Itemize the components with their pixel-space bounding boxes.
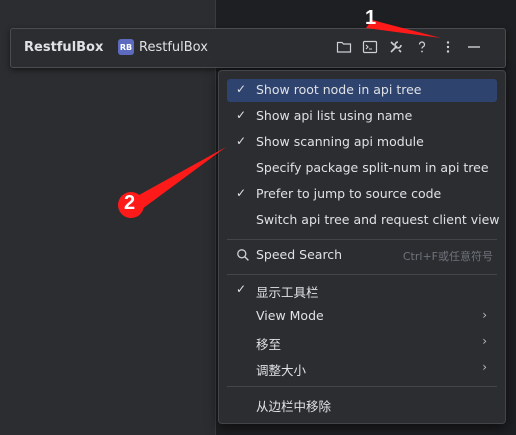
menu-item-show-scanning-api-module[interactable]: ✓ Show scanning api module xyxy=(227,131,497,154)
menu-item-speed-search[interactable]: Speed Search Ctrl+F或任意符号 xyxy=(227,244,497,267)
menu-item-show-root-node[interactable]: ✓ Show root node in api tree xyxy=(227,79,497,102)
menu-item-switch-api-tree[interactable]: Switch api tree and request client view xyxy=(227,209,500,232)
menu-separator xyxy=(227,239,497,240)
menu-separator xyxy=(227,386,497,387)
toolwindow-title: RestfulBox xyxy=(24,40,104,55)
menu-item-show-toolbar[interactable]: ✓ 显示工具栏 xyxy=(227,279,497,302)
terminal-window-icon[interactable] xyxy=(362,39,378,55)
chevron-right-icon: › xyxy=(482,360,487,374)
menu-item-resize[interactable]: 调整大小 › xyxy=(227,357,497,380)
speed-search-shortcut: Ctrl+F或任意符号 xyxy=(402,250,493,263)
folder-icon[interactable] xyxy=(336,39,352,55)
chevron-right-icon: › xyxy=(482,334,487,348)
chevron-right-icon: › xyxy=(482,308,487,322)
menu-item-remove-from-sidebar[interactable]: 从边栏中移除 xyxy=(227,393,497,416)
restfulbox-logo-icon: RB xyxy=(118,39,134,55)
check-icon: ✓ xyxy=(236,108,247,122)
check-icon: ✓ xyxy=(236,282,247,296)
options-popup-menu: ✓ Show root node in api tree ✓ Show api … xyxy=(218,70,506,424)
check-icon: ✓ xyxy=(236,186,247,200)
minimize-icon[interactable] xyxy=(466,39,482,55)
menu-separator xyxy=(227,274,497,275)
menu-item-view-mode[interactable]: View Mode › xyxy=(227,305,497,328)
check-icon: ✓ xyxy=(236,134,247,148)
tab-restfulbox[interactable]: RB RestfulBox xyxy=(118,39,208,55)
help-icon[interactable] xyxy=(414,39,430,55)
menu-item-show-api-list-using-name[interactable]: ✓ Show api list using name xyxy=(227,105,497,128)
toolwindow-header: RestfulBox RB RestfulBox xyxy=(10,28,506,68)
tools-icon[interactable] xyxy=(388,39,404,55)
search-icon xyxy=(237,249,249,261)
menu-item-prefer-jump-to-source[interactable]: ✓ Prefer to jump to source code xyxy=(227,183,497,206)
annotation-number-2: 2 xyxy=(124,192,136,214)
menu-item-move-to[interactable]: 移至 › xyxy=(227,331,497,354)
tab-label: RestfulBox xyxy=(139,39,208,55)
annotation-number-1: 1 xyxy=(365,7,377,29)
menu-item-specify-package-split-num[interactable]: Specify package split-num in api tree xyxy=(227,157,497,180)
check-icon: ✓ xyxy=(236,82,247,96)
more-options-icon[interactable] xyxy=(440,39,456,55)
